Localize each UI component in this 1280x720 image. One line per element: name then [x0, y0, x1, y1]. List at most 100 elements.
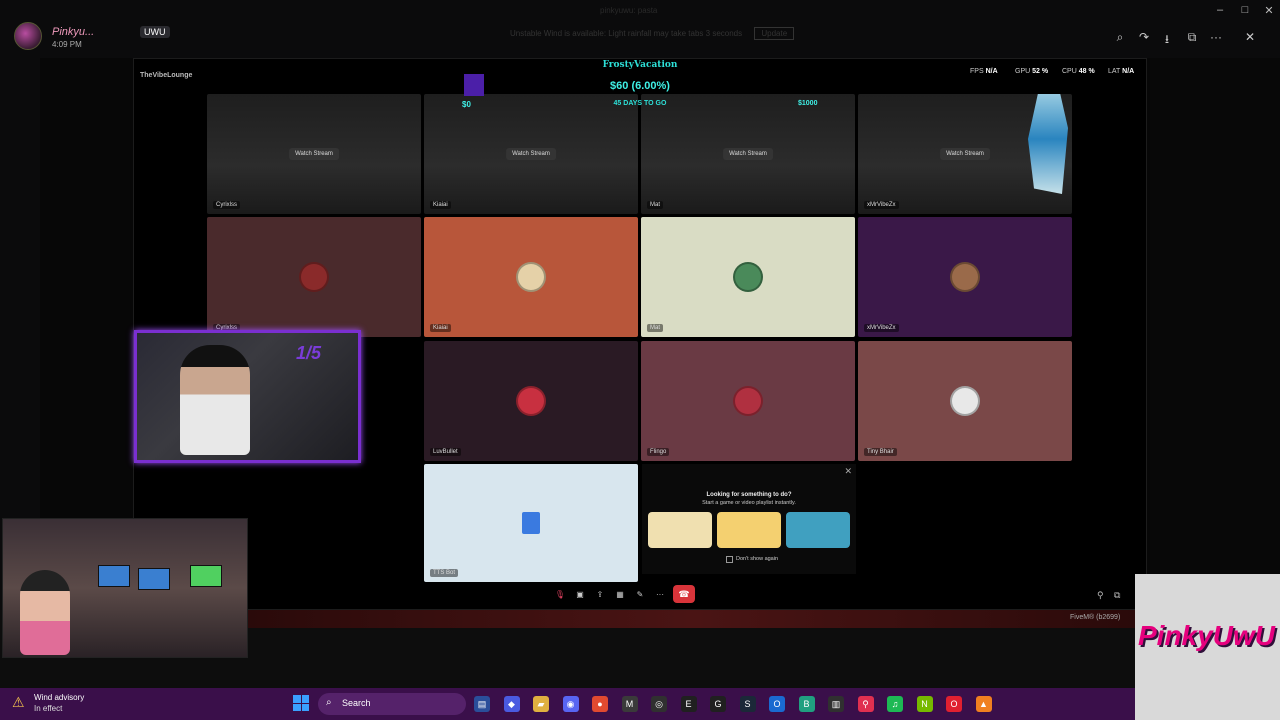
- camera-icon[interactable]: ▣: [573, 590, 587, 599]
- user-tile-1[interactable]: Cyrixlss: [207, 217, 421, 337]
- gpu-stat: GPU 52 %: [1015, 68, 1048, 75]
- activity-card-1[interactable]: [648, 512, 712, 548]
- user-tile-3[interactable]: Mat: [641, 217, 855, 337]
- pin-icon[interactable]: ⚲: [1097, 590, 1104, 601]
- search-icon: ⌕: [326, 697, 332, 708]
- user-avatar: [950, 262, 980, 292]
- zoom-icon[interactable]: ⌕: [1111, 30, 1129, 45]
- stream-tile-1[interactable]: Watch Stream Cyrixlss: [207, 94, 421, 214]
- room-monitor: [98, 565, 130, 587]
- taskbar-mail-icon[interactable]: M: [621, 696, 638, 712]
- donation-title: FrostyVacation: [602, 60, 678, 70]
- mic-icon[interactable]: 🎙: [553, 590, 567, 599]
- taskbar-nvidia-icon[interactable]: N: [916, 696, 933, 712]
- taskbar-bot-icon[interactable]: B: [798, 696, 815, 712]
- update-notice-text: Unstable Wind is available: Light rainfa…: [510, 29, 743, 38]
- more-icon[interactable]: ···: [1207, 30, 1225, 44]
- fps-value: N/A: [985, 68, 998, 75]
- poster-name[interactable]: Pinkyu...: [52, 26, 94, 38]
- watch-stream-button[interactable]: Watch Stream: [940, 148, 990, 160]
- update-button[interactable]: Update: [754, 27, 795, 40]
- activity-card-2[interactable]: [717, 512, 781, 548]
- taskbar-spotify-icon[interactable]: ♫: [887, 696, 903, 712]
- user-label: Tiny Bhair: [864, 448, 897, 456]
- search-label: Search: [342, 698, 371, 708]
- taskbar-search[interactable]: [318, 693, 466, 715]
- watch-stream-button[interactable]: Watch Stream: [506, 148, 556, 160]
- fps-stat: FPS N/A: [970, 68, 998, 75]
- grid-icon[interactable]: ▦: [613, 590, 627, 599]
- tab-title: pinkyuwu: pasta: [600, 6, 658, 15]
- gpu-label: GPU: [1015, 68, 1031, 75]
- close-viewer-icon[interactable]: ✕: [1241, 30, 1259, 44]
- download-icon[interactable]: ⭳: [1158, 30, 1176, 51]
- minimize-icon[interactable]: –: [1211, 4, 1229, 16]
- user-avatar: [950, 386, 980, 416]
- user-label: xMrVibeZx: [864, 324, 899, 332]
- user-tile-7[interactable]: Tiny Bhair: [858, 341, 1072, 461]
- poster-avatar[interactable]: [14, 22, 42, 50]
- taskbar-opera-icon[interactable]: O: [946, 696, 962, 712]
- right-panel: [1150, 58, 1280, 578]
- taskbar-epic-icon[interactable]: E: [680, 696, 697, 712]
- more-options-icon[interactable]: ···: [653, 590, 667, 599]
- taskbar-steam-icon[interactable]: S: [739, 696, 756, 712]
- stream-user-label: Kiaiai: [430, 201, 451, 209]
- taskbar-vlc-icon[interactable]: ▲: [975, 696, 992, 712]
- taskbar-github-icon[interactable]: G: [710, 696, 726, 712]
- user-avatar: [516, 386, 546, 416]
- room-person-figure: [20, 570, 70, 655]
- taskbar-files-icon[interactable]: ▤: [474, 696, 490, 712]
- user-label: Flingo: [647, 448, 670, 456]
- cpu-value: 48 %: [1078, 68, 1095, 75]
- screen-share-icon[interactable]: ⇪: [593, 590, 607, 599]
- taskbar-maps-icon[interactable]: ⚲: [857, 696, 874, 712]
- taskbar-outlook-icon[interactable]: O: [769, 696, 785, 712]
- close-popup-icon[interactable]: ✕: [844, 466, 852, 477]
- maximize-icon[interactable]: □: [1236, 4, 1254, 16]
- taskbar-obs-icon[interactable]: ◎: [651, 696, 667, 712]
- hangup-button[interactable]: ☎: [673, 585, 695, 603]
- stream-tile-3[interactable]: Watch Stream Mat: [641, 94, 855, 214]
- share-icon[interactable]: ↷: [1135, 30, 1153, 44]
- lat-label: LAT: [1108, 68, 1121, 75]
- user-tile-2[interactable]: Kiaiai: [424, 217, 638, 337]
- user-tile-5[interactable]: LuvBullet: [424, 341, 638, 461]
- poster-time: 4:09 PM: [52, 40, 82, 49]
- activity-card-3[interactable]: [786, 512, 850, 548]
- open-external-icon[interactable]: ⧉: [1183, 30, 1201, 45]
- taskbar-copilot-icon[interactable]: ◆: [503, 696, 520, 712]
- server-name: TheVibeLounge: [140, 72, 193, 79]
- watch-stream-button[interactable]: Watch Stream: [723, 148, 773, 160]
- weather-title[interactable]: Wind advisory: [34, 693, 84, 702]
- game-band: [248, 610, 1138, 628]
- taskbar-audio-icon[interactable]: ▥: [828, 696, 844, 712]
- weather-warning-icon[interactable]: ⚠: [12, 694, 30, 712]
- room-monitor: [138, 568, 170, 590]
- start-button[interactable]: [293, 695, 309, 711]
- channel-logo: PinkyUwU: [1138, 620, 1275, 651]
- ice-overlay-graphic: [1028, 94, 1068, 194]
- taskbar-chrome-icon[interactable]: ●: [592, 696, 608, 712]
- user-avatar: [516, 262, 546, 292]
- dont-show-label: Don't show again: [736, 556, 779, 562]
- activity-suggestion-popup: ✕ Looking for something to do? Start a g…: [642, 464, 856, 574]
- stream-user-label: Cyrixlss: [213, 201, 240, 209]
- streamer-figure: [180, 345, 250, 455]
- tts-bot-tile[interactable]: TTS Bot: [424, 464, 638, 582]
- taskbar-discord-icon[interactable]: ◉: [562, 696, 579, 712]
- pencil-icon[interactable]: ✎: [633, 590, 647, 599]
- dont-show-checkbox[interactable]: [726, 556, 733, 563]
- popout-icon[interactable]: ⧉: [1114, 590, 1120, 601]
- stream-tile-4[interactable]: Watch Stream xMrVibeZx: [858, 94, 1072, 214]
- donation-progress-bar: [464, 74, 484, 96]
- taskbar-folder-icon[interactable]: ▰: [533, 696, 549, 712]
- stream-tile-2[interactable]: Watch Stream Kiaiai: [424, 94, 638, 214]
- user-label: LuvBullet: [430, 448, 461, 456]
- activity-subtitle: Start a game or video playlist instantly…: [702, 500, 796, 506]
- user-tile-4[interactable]: xMrVibeZx: [858, 217, 1072, 337]
- watch-stream-button[interactable]: Watch Stream: [289, 148, 339, 160]
- user-tile-6[interactable]: Flingo: [641, 341, 855, 461]
- update-notice: Unstable Wind is available: Light rainfa…: [510, 27, 795, 40]
- close-window-icon[interactable]: ✕: [1260, 4, 1278, 17]
